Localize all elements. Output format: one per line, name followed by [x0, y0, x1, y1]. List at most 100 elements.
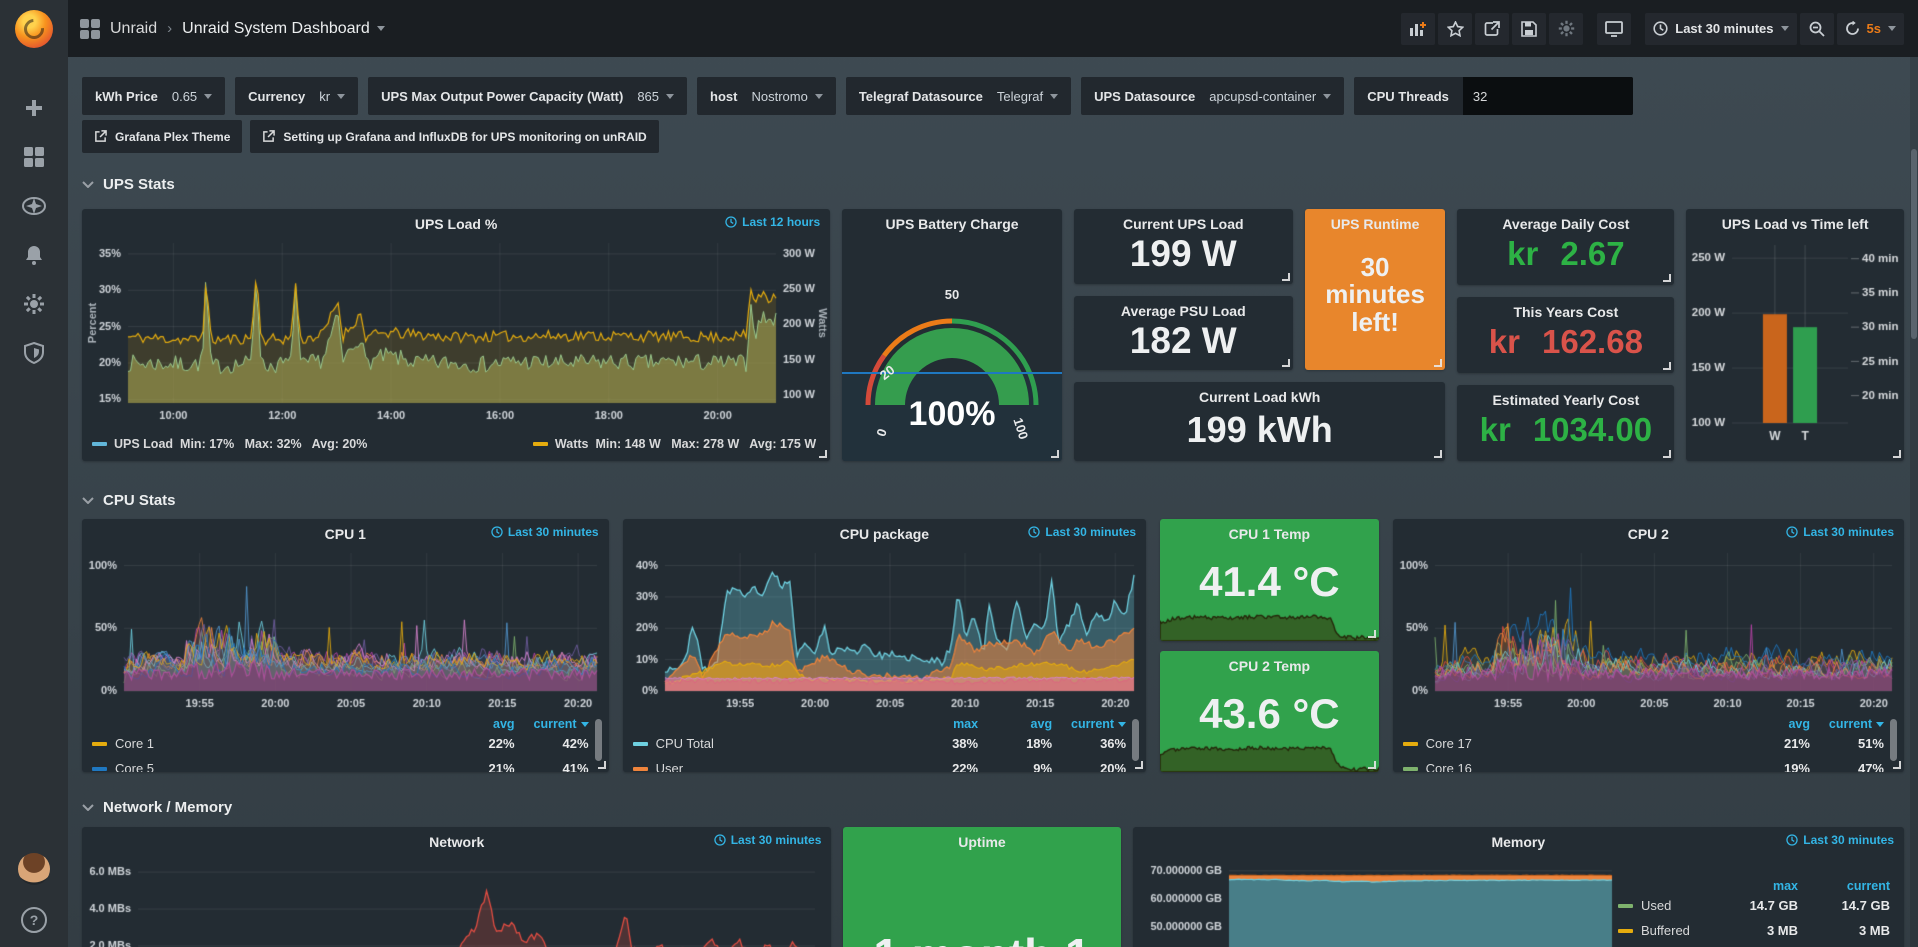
page-scrollbar-thumb[interactable] — [1911, 149, 1917, 339]
legend-sort-current[interactable]: current — [1810, 717, 1884, 731]
stat-title[interactable]: UPS Runtime — [1305, 209, 1446, 232]
panel-title[interactable]: UPS Load % — [415, 216, 497, 232]
panel-title[interactable]: UPS Battery Charge — [886, 216, 1019, 232]
variable-ups-max-output[interactable]: UPS Max Output Power Capacity (Watt) 865 — [368, 77, 687, 115]
series-name[interactable]: Used — [1618, 898, 1706, 913]
legend-current: 14.7 GB — [1798, 898, 1890, 913]
panel-current-load-kwh: Current Load kWh 199 kWh — [1074, 382, 1446, 461]
memory-chart[interactable] — [1133, 853, 1618, 947]
add-panel-button[interactable] — [1401, 13, 1435, 45]
legend-scrollbar[interactable] — [1132, 719, 1139, 761]
tv-mode-button[interactable] — [1597, 13, 1631, 45]
ups-load-chart[interactable] — [82, 235, 830, 431]
variable-currency[interactable]: Currency kr — [235, 77, 358, 115]
legend-sort-avg[interactable]: avg — [978, 717, 1052, 731]
variable-value: apcupsd-container — [1209, 89, 1331, 104]
add-icon[interactable] — [22, 96, 46, 120]
section-header-cpu-stats[interactable]: CPU Stats — [82, 487, 1904, 513]
share-button[interactable] — [1475, 13, 1509, 45]
stat-title[interactable]: CPU 1 Temp — [1160, 519, 1379, 542]
gauge-tick-50: 50 — [842, 287, 1062, 302]
legend-sort-current[interactable]: current — [515, 717, 589, 731]
cpu-threads-input[interactable] — [1463, 77, 1633, 115]
stat-title[interactable]: Estimated Yearly Cost — [1457, 385, 1674, 408]
save-button[interactable] — [1512, 13, 1546, 45]
panel-ups-load-vs-time-left: UPS Load vs Time left — [1686, 209, 1904, 461]
cpu-1-chart[interactable] — [82, 545, 609, 715]
series-name[interactable]: Buffered — [1618, 923, 1706, 938]
chevron-down-icon — [1888, 26, 1896, 31]
legend-sort-max[interactable]: max — [1706, 879, 1798, 893]
legend-scrollbar[interactable] — [1890, 719, 1897, 761]
breadcrumb-app[interactable]: Unraid — [110, 20, 157, 38]
dashboard-title-text: Unraid System Dashboard — [182, 20, 370, 38]
series-name[interactable]: Core 1 — [92, 736, 441, 751]
refresh-button[interactable]: 5s — [1837, 13, 1904, 45]
ups-load-vs-time-chart[interactable] — [1686, 235, 1904, 449]
variable-label: Telegraf Datasource — [859, 89, 983, 104]
chevron-down-icon — [337, 94, 345, 99]
link-ups-monitoring-guide[interactable]: Setting up Grafana and InfluxDB for UPS … — [250, 120, 658, 153]
stat-title[interactable]: CPU 2 Temp — [1160, 651, 1379, 674]
explore-compass-icon[interactable] — [22, 194, 46, 218]
dashboards-icon[interactable] — [22, 145, 46, 169]
stat-title[interactable]: Average PSU Load — [1074, 296, 1293, 319]
battery-gauge[interactable]: 0 20 50 100 100% — [842, 235, 1062, 461]
legend-sort-avg[interactable]: avg — [441, 717, 515, 731]
panel-title[interactable]: CPU package — [840, 526, 929, 542]
grafana-logo-icon[interactable] — [15, 10, 53, 48]
time-range-label: Last 30 minutes — [1675, 21, 1773, 36]
cpu-2-chart[interactable] — [1393, 545, 1904, 715]
stat-title[interactable]: Current Load kWh — [1074, 382, 1446, 405]
series-name[interactable]: User — [633, 761, 905, 772]
legend-sort-max[interactable]: max — [904, 717, 978, 731]
settings-gear-button[interactable] — [1549, 13, 1583, 45]
link-grafana-plex-theme[interactable]: Grafana Plex Theme — [82, 120, 242, 153]
cpu-package-chart[interactable] — [623, 545, 1147, 715]
page-scrollbar[interactable] — [1910, 57, 1918, 947]
legend-sort-current[interactable]: current — [1798, 879, 1890, 893]
stat-title[interactable]: This Years Cost — [1457, 297, 1674, 320]
alerting-bell-icon[interactable] — [22, 243, 46, 267]
variable-kwh-price[interactable]: kWh Price 0.65 — [82, 77, 225, 115]
panel-title[interactable]: CPU 1 — [325, 526, 366, 542]
series-name[interactable]: Core 16 — [1403, 761, 1736, 772]
series-name[interactable]: Core 17 — [1403, 736, 1736, 751]
stat-title[interactable]: Current UPS Load — [1074, 209, 1293, 232]
network-chart[interactable] — [82, 853, 831, 947]
panel-title[interactable]: Network — [429, 834, 484, 850]
series-name[interactable]: CPU Total — [633, 736, 905, 751]
legend-scrollbar[interactable] — [595, 719, 602, 761]
variable-ups-datasource[interactable]: UPS Datasource apcupsd-container — [1081, 77, 1344, 115]
section-header-ups-stats[interactable]: UPS Stats — [82, 171, 1904, 197]
stat-title[interactable]: Uptime — [843, 827, 1120, 850]
legend-sort-current[interactable]: current — [1052, 717, 1126, 731]
panel-time-range: Last 30 minutes — [491, 525, 599, 539]
configuration-gear-icon[interactable] — [22, 292, 46, 316]
sort-caret-icon — [1876, 722, 1884, 727]
series-swatch — [533, 442, 548, 446]
zoom-out-button[interactable] — [1800, 13, 1834, 45]
legend-sort-avg[interactable]: avg — [1736, 717, 1810, 731]
time-picker[interactable]: Last 30 minutes — [1645, 13, 1796, 45]
series-name[interactable]: Watts — [555, 437, 589, 451]
series-name[interactable]: UPS Load — [114, 437, 173, 451]
panel-title[interactable]: Memory — [1491, 834, 1545, 850]
dashboard-grid-icon[interactable] — [80, 19, 100, 39]
dashboard-title[interactable]: Unraid System Dashboard — [182, 20, 385, 38]
panel-average-daily-cost: Average Daily Cost kr2.67 — [1457, 209, 1674, 285]
panel-title[interactable]: UPS Load vs Time left — [1722, 216, 1869, 232]
server-admin-shield-icon[interactable] — [22, 341, 46, 365]
section-header-network-memory[interactable]: Network / Memory — [82, 794, 1904, 820]
link-label: Setting up Grafana and InfluxDB for UPS … — [283, 130, 646, 144]
user-avatar[interactable] — [18, 853, 50, 885]
variable-telegraf-datasource[interactable]: Telegraf Datasource Telegraf — [846, 77, 1071, 115]
variable-host[interactable]: host Nostromo — [697, 77, 836, 115]
stat-title[interactable]: Average Daily Cost — [1457, 209, 1674, 232]
navbar-toolbar: Last 30 minutes 5s — [1401, 13, 1904, 45]
panel-title[interactable]: CPU 2 — [1628, 526, 1669, 542]
legend-current: 51% — [1810, 736, 1884, 751]
series-name[interactable]: Core 5 — [92, 761, 441, 772]
help-icon[interactable]: ? — [21, 907, 47, 933]
star-button[interactable] — [1438, 13, 1472, 45]
